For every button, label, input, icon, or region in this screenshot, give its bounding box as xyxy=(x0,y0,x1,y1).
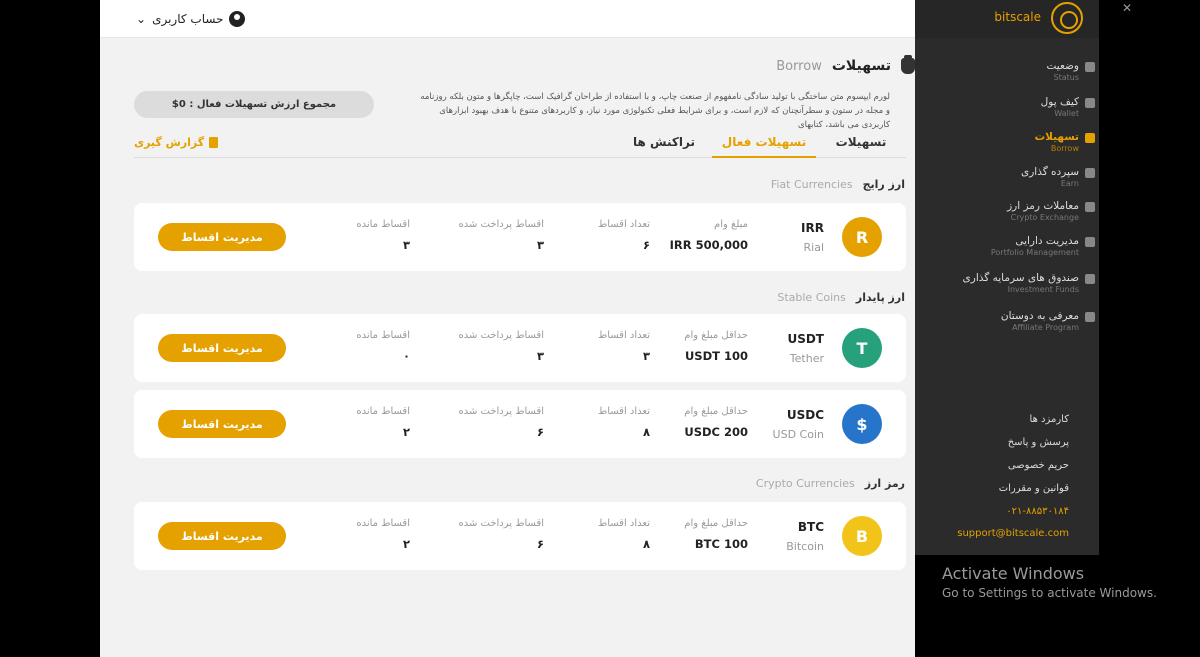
sidebar-item-earn[interactable]: سپرده گذاری Earn xyxy=(929,166,1095,188)
activate-title: Activate Windows xyxy=(942,564,1085,583)
grid-icon xyxy=(1085,62,1095,72)
footer-link-fees[interactable]: کارمزد ها xyxy=(1030,414,1069,425)
sidebar-item-affiliate[interactable]: معرفی به دوستان Affiliate Program xyxy=(929,310,1095,332)
collapse-icon[interactable]: ✕ xyxy=(1122,2,1134,14)
paid-installments: اقساط پرداخت شده ۳ xyxy=(458,219,544,252)
exchange-icon xyxy=(1085,202,1095,212)
installment-count: تعداد اقساط ۳ xyxy=(597,330,650,363)
tether-coin-icon: T xyxy=(842,328,882,368)
section-crypto-subtitle: Crypto Currencies xyxy=(755,477,855,490)
section-crypto: رمز ارز Crypto Currencies xyxy=(756,477,905,490)
page-subtitle: Borrow xyxy=(776,58,822,74)
loan-card-irr: R IRR Rial مبلغ وام 500,000 IRR تعداد اقس… xyxy=(134,203,906,271)
activate-subtitle: Go to Settings to activate Windows. xyxy=(942,586,1157,600)
bar-chart-icon xyxy=(1085,274,1095,284)
sidebar-item-borrow[interactable]: تسهیلات Borrow xyxy=(929,131,1095,153)
report-button[interactable]: گزارش گیری xyxy=(134,130,219,154)
loan-amount: حداقل مبلغ وام 100 BTC xyxy=(684,518,748,551)
chevron-down-icon: ⌄ xyxy=(136,12,147,26)
tab-active-borrow[interactable]: تسهیلات فعال xyxy=(712,130,816,158)
wallet-icon xyxy=(1085,98,1095,108)
footer-email[interactable]: support@bitscale.com xyxy=(957,528,1069,539)
sidebar: bitscale وضعیت Status کیف پول Wallet تسهیل… xyxy=(915,0,1099,555)
section-fiat: ارز رایج Fiat Currencies xyxy=(771,178,905,191)
footer-link-privacy[interactable]: حریم خصوصی xyxy=(1008,460,1069,471)
section-fiat-title: ارز رایج xyxy=(862,178,905,191)
brand-name: bitscale xyxy=(994,10,1041,24)
loan-card-usdc: $ USDC USD Coin حداقل مبلغ وام 200 USDC ت… xyxy=(134,390,906,458)
coin-code: USDT xyxy=(787,332,824,346)
manage-installments-button[interactable]: مدیریت اقساط xyxy=(158,522,286,550)
section-stable-subtitle: Stable Coins xyxy=(777,291,846,304)
loan-amount: حداقل مبلغ وام 100 USDT xyxy=(684,330,748,363)
sidebar-item-crypto-exchange[interactable]: معاملات رمز ارز Crypto Exchange xyxy=(929,200,1095,222)
coin-name: Tether xyxy=(789,352,824,365)
document-icon xyxy=(209,136,219,148)
sidebar-item-status[interactable]: وضعیت Status xyxy=(929,60,1095,82)
manage-installments-button[interactable]: مدیریت اقساط xyxy=(158,223,286,251)
account-menu[interactable]: حساب کاربری ⌄ xyxy=(136,9,246,29)
page-title: تسهیلات xyxy=(831,58,891,74)
user-circle-icon xyxy=(1085,312,1095,322)
loan-card-usdt: T USDT Tether حداقل مبلغ وام 100 USDT تعد… xyxy=(134,314,906,382)
coin-code: BTC xyxy=(797,520,824,534)
brand-header[interactable]: bitscale xyxy=(915,0,1099,38)
installment-count: تعداد اقساط ۶ xyxy=(597,219,650,252)
main-content: حساب کاربری ⌄ Borrow تسهیلات لورم ایپسوم… xyxy=(100,0,915,657)
section-fiat-subtitle: Fiat Currencies xyxy=(770,178,853,191)
section-stable: ارز پایدار Stable Coins xyxy=(777,291,905,304)
sidebar-item-portfolio[interactable]: مدیریت دارایی Portfolio Management xyxy=(929,235,1095,257)
section-crypto-title: رمز ارز xyxy=(864,477,905,490)
coin-code: IRR xyxy=(801,221,824,235)
coin-icon xyxy=(1085,168,1095,178)
loan-amount: حداقل مبلغ وام 200 USDC xyxy=(684,406,748,439)
loan-card-btc: B BTC Bitcoin حداقل مبلغ وام 100 BTC تعدا… xyxy=(134,502,906,570)
tab-bar: تسهیلات تسهیلات فعال تراکنش ها گزارش گیر… xyxy=(134,130,906,158)
page-description: لورم ایپسوم متن ساختگی با تولید سادگی نا… xyxy=(420,92,890,130)
remaining-installments: اقساط مانده ۳ xyxy=(356,219,410,252)
page-header: Borrow تسهیلات xyxy=(135,55,915,74)
remaining-installments: اقساط مانده ۰ xyxy=(356,330,410,363)
installment-count: تعداد اقساط ۸ xyxy=(597,518,650,551)
footer-link-terms[interactable]: قوانین و مقررات xyxy=(999,483,1069,494)
paid-installments: اقساط پرداخت شده ۶ xyxy=(458,518,544,551)
tab-borrow[interactable]: تسهیلات xyxy=(816,130,906,158)
manage-installments-button[interactable]: مدیریت اقساط xyxy=(158,410,286,438)
paid-installments: اقساط پرداخت شده ۶ xyxy=(458,406,544,439)
report-label: گزارش گیری xyxy=(134,135,205,149)
money-bag-icon xyxy=(1085,133,1095,143)
sidebar-item-investment-funds[interactable]: صندوق های سرمایه گذاری Investment Funds xyxy=(929,272,1095,294)
account-label: حساب کاربری xyxy=(152,12,224,26)
paid-installments: اقساط پرداخت شده ۳ xyxy=(458,330,544,363)
rial-coin-icon: R xyxy=(842,217,882,257)
remaining-installments: اقساط مانده ۲ xyxy=(356,406,410,439)
coin-name: Bitcoin xyxy=(786,540,824,553)
brand-logo-icon xyxy=(1051,2,1083,34)
footer-phone: ۰۲۱-۸۸۵۳۰۱۸۴ xyxy=(1006,506,1069,517)
activate-windows-watermark: Activate Windows Go to Settings to activ… xyxy=(942,564,1157,600)
total-active-value: مجموع ارزش تسهیلات فعال : 0$ xyxy=(134,91,374,118)
app-window: حساب کاربری ⌄ Borrow تسهیلات لورم ایپسوم… xyxy=(0,0,1200,657)
briefcase-icon xyxy=(1085,237,1095,247)
coin-code: USDC xyxy=(786,408,824,422)
bitcoin-coin-icon: B xyxy=(842,516,882,556)
tab-transactions[interactable]: تراکنش ها xyxy=(616,130,712,158)
usdc-coin-icon: $ xyxy=(842,404,882,444)
top-bar: حساب کاربری ⌄ xyxy=(100,0,915,38)
remaining-installments: اقساط مانده ۲ xyxy=(356,518,410,551)
coin-name: USD Coin xyxy=(772,428,824,441)
footer-link-faq[interactable]: پرسش و پاسخ xyxy=(1008,437,1069,448)
sidebar-item-wallet[interactable]: کیف پول Wallet xyxy=(929,96,1095,118)
loan-amount: مبلغ وام 500,000 IRR xyxy=(669,219,748,252)
user-icon xyxy=(229,11,246,27)
money-bag-icon xyxy=(901,55,915,74)
manage-installments-button[interactable]: مدیریت اقساط xyxy=(158,334,286,362)
coin-name: Rial xyxy=(803,241,825,254)
installment-count: تعداد اقساط ۸ xyxy=(597,406,650,439)
section-stable-title: ارز پایدار xyxy=(855,291,905,304)
